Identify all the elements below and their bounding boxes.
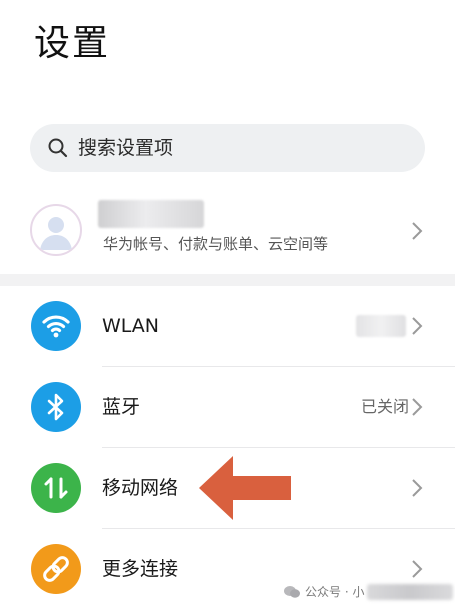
- chevron-right-icon: [412, 479, 423, 497]
- header-section: 设置 搜索设置项 华为帐号、付款与账单、云空间等: [0, 0, 455, 274]
- bluetooth-status: 已关闭: [360, 397, 409, 416]
- arrow-left-icon: [199, 456, 291, 520]
- mobile-data-icon: [31, 463, 81, 513]
- more-connections-label: 更多连接: [102, 558, 179, 580]
- chevron-right-icon: [412, 222, 423, 240]
- page-title: 设置: [34, 23, 111, 64]
- link-icon: [31, 544, 81, 594]
- account-subtitle: 华为帐号、付款与账单、云空间等: [103, 235, 329, 253]
- wlan-network-redacted: [356, 315, 406, 337]
- wlan-label: WLAN: [102, 315, 160, 337]
- watermark-text: 公众号 · 小: [305, 585, 365, 599]
- avatar-icon: [30, 204, 82, 256]
- watermark: 公众号 · 小: [283, 580, 455, 604]
- wifi-icon: [31, 301, 81, 351]
- settings-row-wlan[interactable]: WLAN: [0, 286, 455, 366]
- mobile-network-label: 移动网络: [102, 477, 179, 499]
- account-name-redacted: [98, 200, 204, 228]
- chevron-right-icon: [412, 398, 423, 416]
- chevron-right-icon: [412, 560, 423, 578]
- watermark-redacted: [367, 584, 453, 600]
- bluetooth-icon: [31, 382, 81, 432]
- search-bar[interactable]: 搜索设置项: [30, 124, 425, 172]
- bluetooth-label: 蓝牙: [102, 396, 141, 418]
- account-row[interactable]: 华为帐号、付款与账单、云空间等: [0, 190, 455, 274]
- search-placeholder: 搜索设置项: [78, 137, 174, 159]
- settings-row-bluetooth[interactable]: 蓝牙 已关闭: [0, 367, 455, 447]
- search-icon: [48, 138, 68, 158]
- settings-list: WLAN 蓝牙 已关闭 移动网络 更多连接: [0, 286, 455, 610]
- wechat-icon: [284, 586, 300, 598]
- chevron-right-icon: [412, 317, 423, 335]
